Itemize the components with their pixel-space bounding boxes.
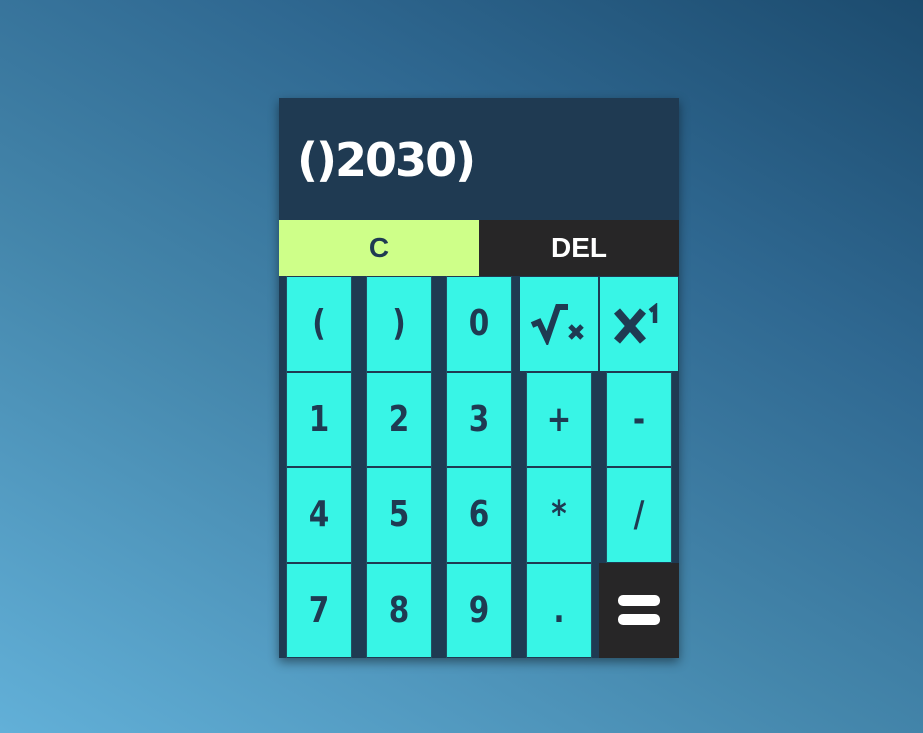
key-label: 9 <box>468 589 490 631</box>
delete-button[interactable]: DEL <box>479 220 679 276</box>
key-equals[interactable] <box>599 562 679 658</box>
key-dot[interactable]: . <box>526 562 592 658</box>
power-icon <box>613 302 665 345</box>
key-minus[interactable]: - <box>606 371 672 467</box>
key-five[interactable]: 5 <box>366 467 432 563</box>
key-four[interactable]: 4 <box>286 467 352 563</box>
key-label: 0 <box>468 303 490 345</box>
key-nine[interactable]: 9 <box>446 562 512 658</box>
key-label: 3 <box>468 398 490 440</box>
key-label: * <box>551 494 567 536</box>
key-label: ) <box>392 303 406 345</box>
key-zero[interactable]: 0 <box>446 276 512 372</box>
key-label: 4 <box>308 494 330 536</box>
key-multiply[interactable]: * <box>526 467 592 563</box>
key-plus[interactable]: + <box>526 371 592 467</box>
key-six[interactable]: 6 <box>446 467 512 563</box>
key-label: 7 <box>308 589 330 631</box>
key-eight[interactable]: 8 <box>366 562 432 658</box>
key-label: 1 <box>308 398 330 440</box>
key-one[interactable]: 1 <box>286 371 352 467</box>
key-label: + <box>546 398 572 440</box>
key-open-paren[interactable]: ( <box>286 276 352 372</box>
key-divide[interactable]: / <box>606 467 672 563</box>
key-label: 2 <box>388 398 410 440</box>
control-row: C DEL <box>279 220 679 276</box>
key-power[interactable] <box>599 276 679 372</box>
keypad: ( ) 0 1 2 3 + - 4 5 6 * / 7 8 9 . <box>279 276 679 658</box>
key-close-paren[interactable]: ) <box>366 276 432 372</box>
key-two[interactable]: 2 <box>366 371 432 467</box>
equals-bar-top <box>618 595 660 607</box>
clear-button[interactable]: C <box>279 220 479 276</box>
key-label: 6 <box>468 494 490 536</box>
display: ()2030) <box>279 98 679 220</box>
square-root-icon <box>530 303 588 345</box>
equals-bar-bottom <box>618 614 660 626</box>
key-label: - <box>632 398 646 440</box>
key-three[interactable]: 3 <box>446 371 512 467</box>
key-label: 8 <box>388 589 410 631</box>
key-label: ( <box>312 303 326 345</box>
key-label: / <box>633 494 645 536</box>
key-sqrt[interactable] <box>519 276 599 372</box>
equals-icon <box>618 591 660 629</box>
key-seven[interactable]: 7 <box>286 562 352 658</box>
display-value: ()2030) <box>297 133 476 187</box>
calculator: ()2030) C DEL ( ) 0 1 2 3 + - 4 5 6 * / … <box>279 98 679 658</box>
key-label: . <box>553 589 565 631</box>
key-label: 5 <box>388 494 410 536</box>
